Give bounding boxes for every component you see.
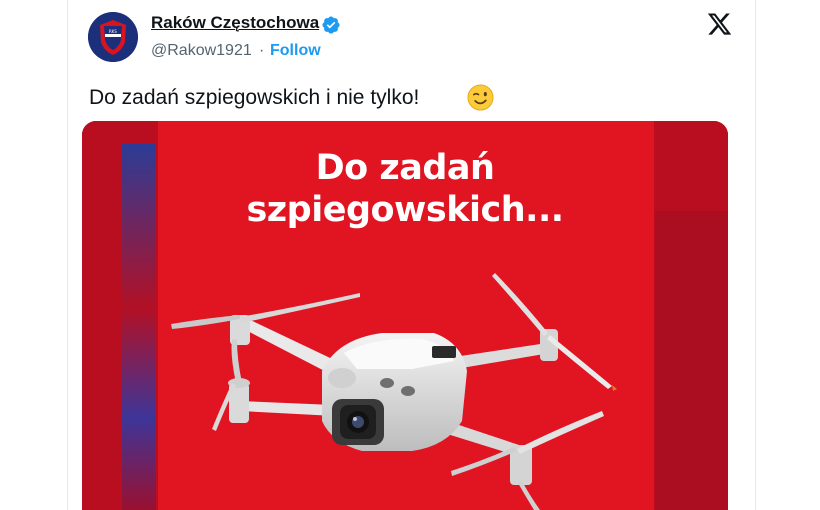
- author-avatar[interactable]: RKS: [88, 12, 138, 62]
- svg-text:RKS: RKS: [109, 29, 117, 34]
- tweet-text: Do zadań szpiegowskich i nie tylko!: [89, 86, 420, 109]
- separator-dot: ·: [259, 42, 265, 59]
- follow-button[interactable]: Follow: [270, 42, 321, 60]
- winking-face-icon: [467, 84, 494, 111]
- author-handle[interactable]: @Rakow1921: [151, 42, 252, 60]
- media-title-line-2: szpiegowskich...: [246, 190, 564, 230]
- verified-badge-icon: [322, 16, 340, 34]
- tweet-media-image[interactable]: Do zadań szpiegowskich...: [82, 121, 728, 510]
- x-logo-icon[interactable]: [706, 11, 733, 37]
- author-name[interactable]: Raków Częstochowa: [151, 13, 319, 33]
- media-title-line-1: Do zadań: [315, 148, 495, 188]
